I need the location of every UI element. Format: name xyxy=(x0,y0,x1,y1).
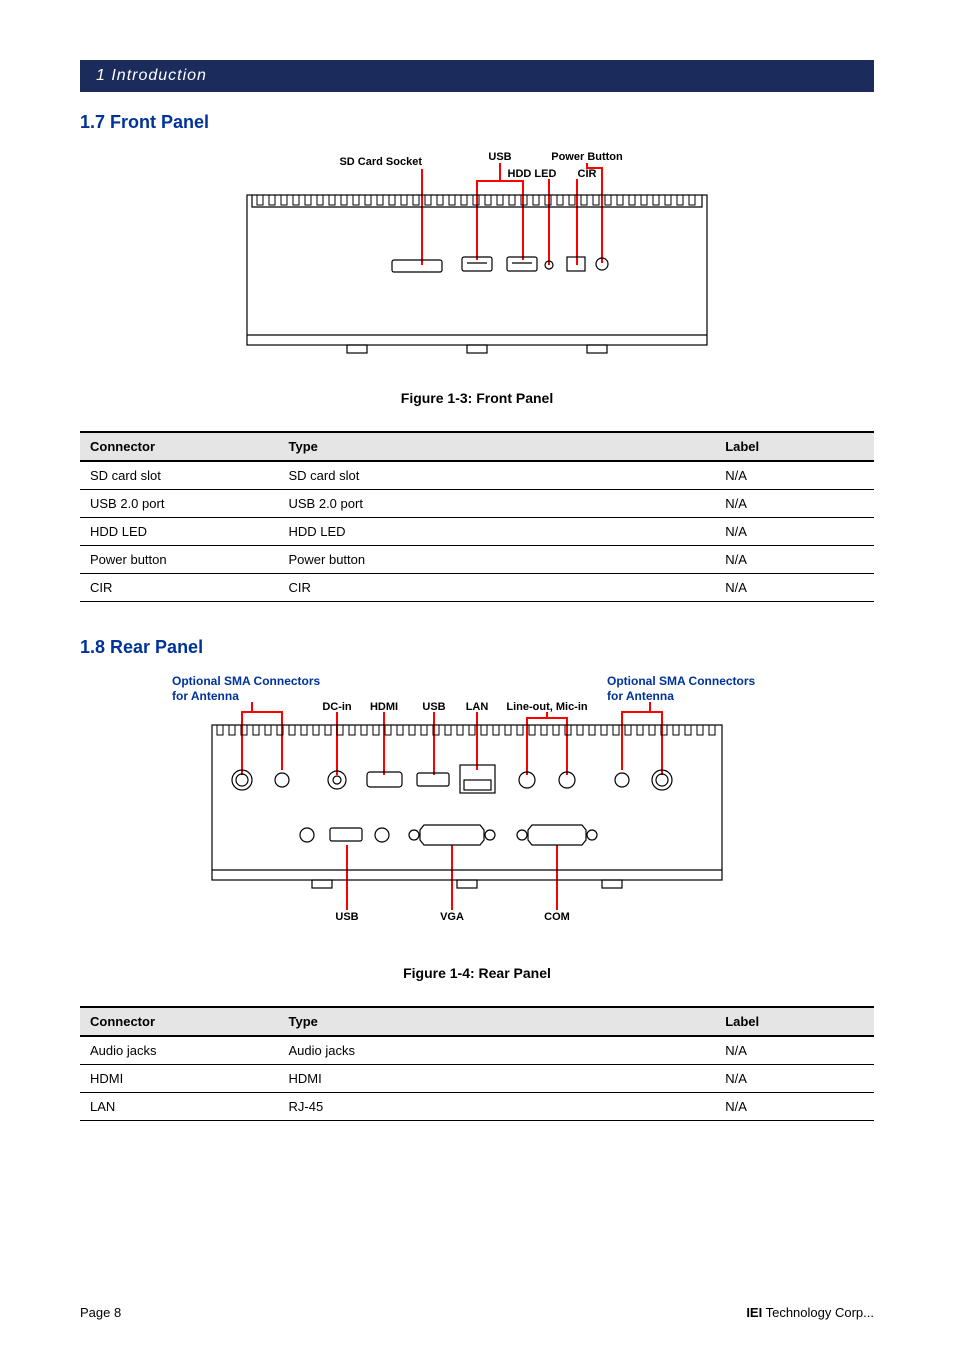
section-title-front: 1.7 Front Panel xyxy=(80,112,874,133)
page-footer: Page 8 IEI Technology Corp... xyxy=(80,1305,874,1320)
table-row: HDMIHDMIN/A xyxy=(80,1065,874,1093)
label-lan: LAN xyxy=(466,701,489,713)
th-connector: Connector xyxy=(80,432,279,461)
front-connector-table: Connector Type Label SD card slotSD card… xyxy=(80,431,874,602)
label-sma-right-1: Optional SMA Connectors xyxy=(607,674,756,688)
table-row: HDD LEDHDD LEDN/A xyxy=(80,518,874,546)
table-row: CIRCIRN/A xyxy=(80,574,874,602)
label-audio: Line-out, Mic-in xyxy=(506,701,588,713)
table-row: LANRJ-45N/A xyxy=(80,1093,874,1121)
label-sma-left-2: for Antenna xyxy=(172,689,239,703)
table-row: USB 2.0 portUSB 2.0 portN/A xyxy=(80,490,874,518)
table-row: Audio jacksAudio jacksN/A xyxy=(80,1036,874,1065)
label-usb-bot: USB xyxy=(335,911,358,923)
figure-front-panel: SD Card Socket USB HDD LED Power Button … xyxy=(80,145,874,380)
figure-rear-panel: Optional SMA Connectors for Antenna Opti… xyxy=(80,670,874,955)
rear-connector-table: Connector Type Label Audio jacksAudio ja… xyxy=(80,1006,874,1121)
label-usb: USB xyxy=(488,151,511,163)
figure-caption-front: Figure 1-3: Front Panel xyxy=(80,390,874,406)
footer-company: IEI Technology Corp... xyxy=(746,1305,874,1320)
table-header-row: Connector Type Label xyxy=(80,432,874,461)
th-label: Label xyxy=(715,1007,874,1036)
label-vga: VGA xyxy=(440,911,464,923)
table-header-row: Connector Type Label xyxy=(80,1007,874,1036)
label-cir: CIR xyxy=(578,168,597,180)
label-hdmi: HDMI xyxy=(370,701,398,713)
th-label: Label xyxy=(715,432,874,461)
label-hdd-led: HDD LED xyxy=(508,168,557,180)
label-sma-right-2: for Antenna xyxy=(607,689,674,703)
th-connector: Connector xyxy=(80,1007,279,1036)
label-power-btn: Power Button xyxy=(551,151,623,163)
th-type: Type xyxy=(279,1007,716,1036)
label-dcin: DC-in xyxy=(322,701,352,713)
th-type: Type xyxy=(279,432,716,461)
table-row: SD card slotSD card slotN/A xyxy=(80,461,874,490)
chapter-header: 1 Introduction xyxy=(80,60,874,92)
chapter-label: 1 Introduction xyxy=(96,67,207,85)
section-title-rear: 1.8 Rear Panel xyxy=(80,637,874,658)
label-com: COM xyxy=(544,911,570,923)
table-row: Power buttonPower buttonN/A xyxy=(80,546,874,574)
label-sma-left-1: Optional SMA Connectors xyxy=(172,674,321,688)
label-usb-top: USB xyxy=(422,701,445,713)
figure-caption-rear: Figure 1-4: Rear Panel xyxy=(80,965,874,981)
label-sd-card: SD Card Socket xyxy=(339,156,422,168)
page-number: Page 8 xyxy=(80,1305,121,1320)
